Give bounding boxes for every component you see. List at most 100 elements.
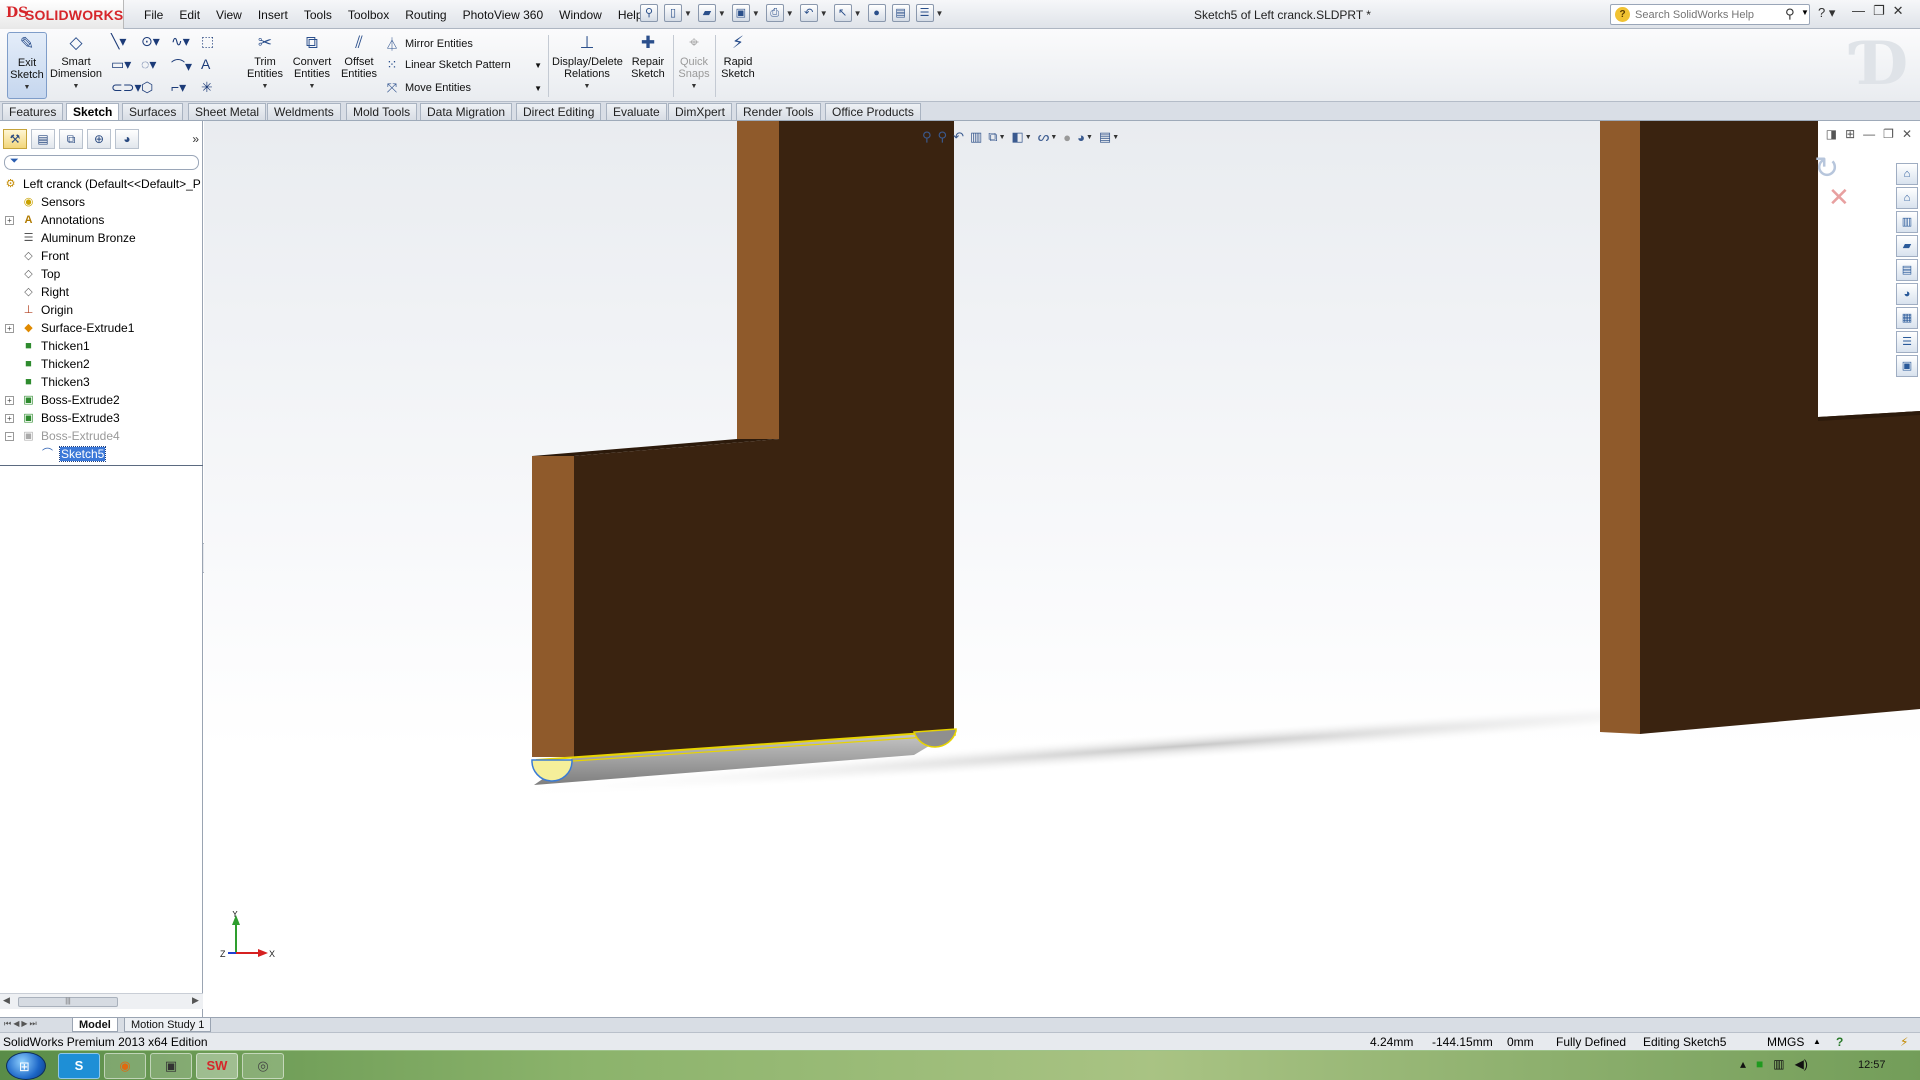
tree-item-material[interactable]: ☰ Aluminum Bronze — [0, 229, 203, 247]
menu-toolbox[interactable]: Toolbox — [340, 8, 397, 22]
new-dropdown-icon[interactable]: ▼ — [684, 9, 692, 18]
menu-tools[interactable]: Tools — [296, 8, 340, 22]
tree-item-thicken2[interactable]: ■ Thicken2 — [0, 355, 203, 373]
solidworks-logo[interactable]: DS SOLIDWORKS — [0, 0, 124, 29]
home-icon[interactable]: ⌂ — [1896, 187, 1918, 209]
exit-sketch-confirm-icon[interactable]: ↻ — [1814, 151, 1850, 186]
display-manager-tab-icon[interactable]: ◕ — [115, 129, 139, 149]
help-menu-icon[interactable]: ? ▾ — [1818, 5, 1835, 21]
tree-item-thicken3[interactable]: ■ Thicken3 — [0, 373, 203, 391]
menu-insert[interactable]: Insert — [250, 8, 296, 22]
exit-sketch-button[interactable]: ✎ Exit Sketch ▼ — [7, 32, 47, 99]
tab-weldments[interactable]: Weldments — [267, 103, 341, 120]
menu-edit[interactable]: Edit — [171, 8, 208, 22]
offset-entities-button[interactable]: ⫽ Offset Entities — [338, 32, 380, 80]
tab-data-migration[interactable]: Data Migration — [420, 103, 513, 120]
menu-view[interactable]: View — [208, 8, 250, 22]
tray-green-icon[interactable]: ■ — [1756, 1057, 1763, 1071]
previous-view-icon[interactable]: ↶ — [953, 129, 964, 145]
pattern-dropdown-icon[interactable]: ▼ — [534, 61, 542, 70]
menu-window[interactable]: Window — [551, 8, 610, 22]
taskbar-explorer-icon[interactable]: ▣ — [150, 1053, 192, 1079]
convert-dropdown-icon[interactable]: ▼ — [290, 81, 334, 93]
viewport-restore-icon[interactable]: ❐ — [1883, 127, 1894, 141]
sketch-fillet-icon[interactable]: ⌒▾ — [168, 56, 198, 79]
repair-sketch-button[interactable]: ✚ Repair Sketch — [626, 32, 670, 80]
rebuild-status-icon[interactable]: ⚡ — [1900, 1033, 1908, 1051]
view-settings-icon[interactable]: ▤ — [1099, 129, 1111, 145]
save-dropdown-icon[interactable]: ▼ — [752, 9, 760, 18]
scroll-left-icon[interactable]: ◀ — [3, 995, 10, 1006]
scroll-right-icon[interactable]: ▶ — [192, 995, 199, 1006]
select-dropdown-icon[interactable]: ▼ — [854, 9, 862, 18]
configuration-manager-tab-icon[interactable]: ⧉ — [59, 129, 83, 149]
tab-surfaces[interactable]: Surfaces — [122, 103, 184, 120]
display-style-icon[interactable]: ◧ — [1012, 129, 1024, 145]
zoom-to-fit-icon[interactable]: ⚲ — [922, 129, 932, 145]
snaps-dropdown-icon[interactable]: ▼ — [676, 81, 712, 93]
smart-dimension-button[interactable]: ◇ Smart Dimension ▼ — [50, 32, 102, 93]
file-properties-icon[interactable]: ▤ — [891, 4, 910, 22]
spline-tool-icon[interactable]: ∿▾ — [168, 33, 198, 56]
slot-tool-icon[interactable]: ⊂⊃▾ — [108, 79, 142, 102]
hide-show-dropdown-icon[interactable]: ▼ — [1050, 134, 1057, 141]
print-icon[interactable]: ⎙ — [765, 4, 784, 22]
tab-render-tools[interactable]: Render Tools — [736, 103, 821, 120]
construction-geometry-icon[interactable]: ⬚ — [198, 33, 228, 56]
appearances-icon[interactable]: ◕ — [1896, 283, 1918, 305]
tree-item-sketch5[interactable]: ⌒ Sketch5 — [0, 445, 203, 463]
tree-item-boss-extrude2[interactable]: + ▣ Boss-Extrude2 — [0, 391, 203, 409]
taskbar-clock[interactable]: 12:57 — [1858, 1059, 1886, 1071]
scene-dropdown-icon[interactable]: ▼ — [1086, 134, 1093, 141]
forum-icon[interactable]: ☰ — [1896, 331, 1918, 353]
linear-sketch-pattern-button[interactable]: ⁙ Linear Sketch Pattern ▼ — [384, 57, 542, 73]
expand-icon[interactable]: + — [5, 396, 14, 405]
recording-icon[interactable]: ▣ — [1896, 355, 1918, 377]
chamfer-tool-icon[interactable]: ⌐▾ — [168, 79, 198, 102]
expand-tabs-icon[interactable]: » — [192, 129, 199, 151]
circle-tool-icon[interactable]: ⊙▾ — [138, 33, 168, 56]
display-style-dropdown-icon[interactable]: ▼ — [1025, 134, 1032, 141]
tree-item-boss-extrude4[interactable]: − ▣ Boss-Extrude4 — [0, 427, 203, 445]
taskbar-skype-icon[interactable]: S — [58, 1053, 100, 1079]
rebuild-traffic-light-icon[interactable]: ● — [867, 4, 886, 22]
undo-dropdown-icon[interactable]: ▼ — [820, 9, 828, 18]
options-icon[interactable]: ☰ — [915, 4, 934, 22]
save-icon[interactable]: ▣ — [731, 4, 750, 22]
search-dropdown-icon[interactable]: ▼ — [1801, 8, 1809, 17]
mirror-entities-button[interactable]: ⏃ Mirror Entities — [384, 34, 472, 53]
rapid-sketch-button[interactable]: ⚡ Rapid Sketch — [718, 32, 758, 80]
move-dropdown-icon[interactable]: ▼ — [534, 84, 542, 93]
view-orientation-dropdown-icon[interactable]: ▼ — [999, 134, 1006, 141]
close-icon[interactable]: ✕ — [1893, 3, 1904, 19]
print-dropdown-icon[interactable]: ▼ — [786, 9, 794, 18]
custom-properties-icon[interactable]: ▦ — [1896, 307, 1918, 329]
quick-snaps-button[interactable]: ⌖ Quick Snaps ▼ — [676, 32, 712, 93]
taskbar-firefox-icon[interactable]: ◉ — [104, 1053, 146, 1079]
apply-scene-icon[interactable]: ◕ — [1077, 130, 1085, 145]
design-library-icon[interactable]: ▥ — [1896, 211, 1918, 233]
solidworks-resources-icon[interactable]: ⌂ — [1896, 163, 1918, 185]
tree-item-surface-extrude1[interactable]: + ◆ Surface-Extrude1 — [0, 319, 203, 337]
exit-sketch-dropdown-icon[interactable]: ▼ — [8, 82, 46, 94]
scroll-thumb[interactable]: ||| — [18, 997, 118, 1007]
trim-dropdown-icon[interactable]: ▼ — [245, 81, 285, 93]
tab-features[interactable]: Features — [2, 103, 64, 120]
unit-system[interactable]: MMGS — [1767, 1033, 1804, 1051]
network-icon[interactable]: ▥ — [1773, 1057, 1784, 1071]
volume-icon[interactable]: ◀) — [1795, 1057, 1808, 1071]
tree-item-sensors[interactable]: ◉ Sensors — [0, 193, 203, 211]
view-orientation-icon[interactable]: ⧉ — [988, 129, 997, 145]
edit-appearance-icon[interactable]: ● — [1063, 130, 1071, 145]
tree-item-boss-extrude3[interactable]: + ▣ Boss-Extrude3 — [0, 409, 203, 427]
smart-dimension-dropdown-icon[interactable]: ▼ — [50, 81, 102, 93]
search-icon[interactable]: ⚲ — [1785, 6, 1795, 22]
select-arrow-icon[interactable]: ↖ — [833, 4, 852, 22]
tree-item-top-plane[interactable]: ◇ Top — [0, 265, 203, 283]
tab-mold-tools[interactable]: Mold Tools — [346, 103, 418, 120]
open-dropdown-icon[interactable]: ▼ — [718, 9, 726, 18]
trim-entities-button[interactable]: ✂ Trim Entities ▼ — [245, 32, 285, 93]
tree-item-front-plane[interactable]: ◇ Front — [0, 247, 203, 265]
menu-file[interactable]: File — [136, 8, 171, 22]
minimize-icon[interactable]: — — [1852, 3, 1865, 19]
